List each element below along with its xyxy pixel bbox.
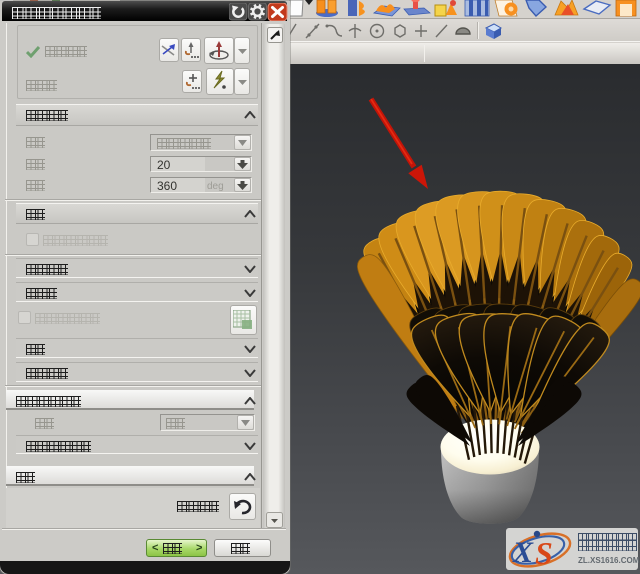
svg-text:S: S [535, 535, 553, 570]
svg-text:X: X [512, 536, 534, 569]
